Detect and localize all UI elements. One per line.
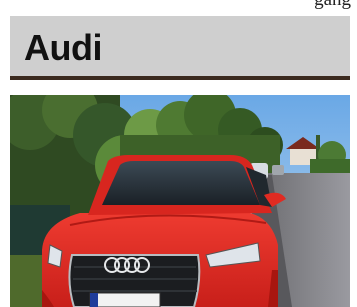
license-plate xyxy=(89,292,161,307)
windshield xyxy=(102,161,260,205)
cut-off-caption: gang xyxy=(0,0,357,14)
car-photo xyxy=(10,95,350,307)
cut-off-caption-text: gang xyxy=(314,0,351,11)
section-header: Audi xyxy=(10,16,350,80)
section-title: Audi xyxy=(24,27,102,68)
